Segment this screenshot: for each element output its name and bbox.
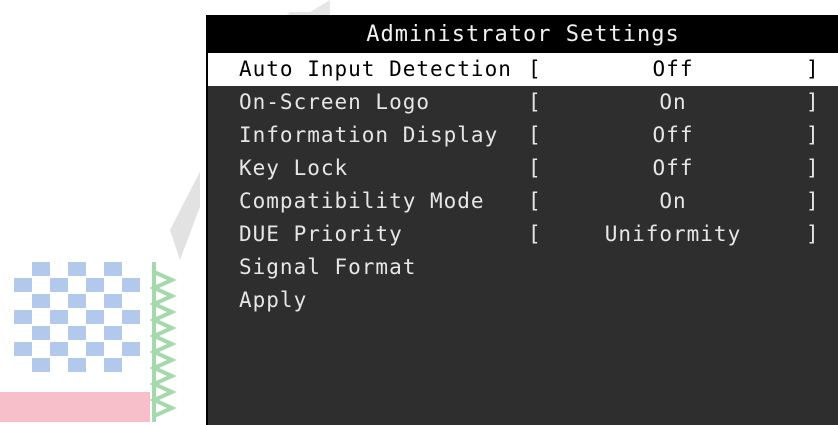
close-bracket: ] [806, 189, 820, 213]
setting-value: Off [652, 123, 694, 147]
menu-item-label: Signal Format [239, 255, 417, 279]
close-bracket: ] [806, 57, 820, 81]
menu-item-label: Compatibility Mode [239, 189, 485, 213]
open-bracket: [ [528, 156, 542, 180]
menu-item-compatibility-mode[interactable]: Compatibility Mode [ On ] [208, 185, 838, 218]
menu-items: Auto Input Detection [ Off ] On-Screen L… [208, 53, 838, 317]
menu-item-signal-format[interactable]: Signal Format [208, 251, 838, 284]
menu-item-label: Information Display [239, 123, 499, 147]
setting-value: Off [652, 57, 694, 81]
background-watermark [0, 0, 200, 425]
menu-item-label: On-Screen Logo [239, 90, 431, 114]
setting-value: On [659, 189, 687, 213]
close-bracket: ] [806, 123, 820, 147]
green-zigzag-graphic [150, 262, 177, 422]
setting-value: Uniformity [604, 222, 742, 246]
menu-item-label: DUE Priority [239, 222, 403, 246]
checker-pattern-graphic [14, 262, 140, 372]
menu-item-label: Key Lock [239, 156, 349, 180]
menu-item-auto-input-detection[interactable]: Auto Input Detection [ Off ] [208, 53, 838, 86]
menu-item-label: Auto Input Detection [239, 57, 512, 81]
setting-value: Off [652, 156, 694, 180]
menu-item-key-lock[interactable]: Key Lock [ Off ] [208, 152, 838, 185]
open-bracket: [ [528, 57, 542, 81]
pink-bar-graphic [0, 392, 150, 422]
setting-value: On [659, 90, 687, 114]
open-bracket: [ [528, 222, 542, 246]
menu-item-due-priority[interactable]: DUE Priority [ Uniformity ] [208, 218, 838, 251]
close-bracket: ] [806, 222, 820, 246]
menu-title: Administrator Settings [208, 17, 838, 53]
close-bracket: ] [806, 156, 820, 180]
close-bracket: ] [806, 90, 820, 114]
menu-item-on-screen-logo[interactable]: On-Screen Logo [ On ] [208, 86, 838, 119]
open-bracket: [ [528, 189, 542, 213]
open-bracket: [ [528, 90, 542, 114]
menu-item-label: Apply [239, 288, 308, 312]
menu-item-information-display[interactable]: Information Display [ Off ] [208, 119, 838, 152]
gray-diagonal-graphic [170, 171, 200, 260]
open-bracket: [ [528, 123, 542, 147]
administrator-settings-menu: Administrator Settings Auto Input Detect… [206, 15, 838, 425]
menu-item-apply[interactable]: Apply [208, 284, 838, 317]
